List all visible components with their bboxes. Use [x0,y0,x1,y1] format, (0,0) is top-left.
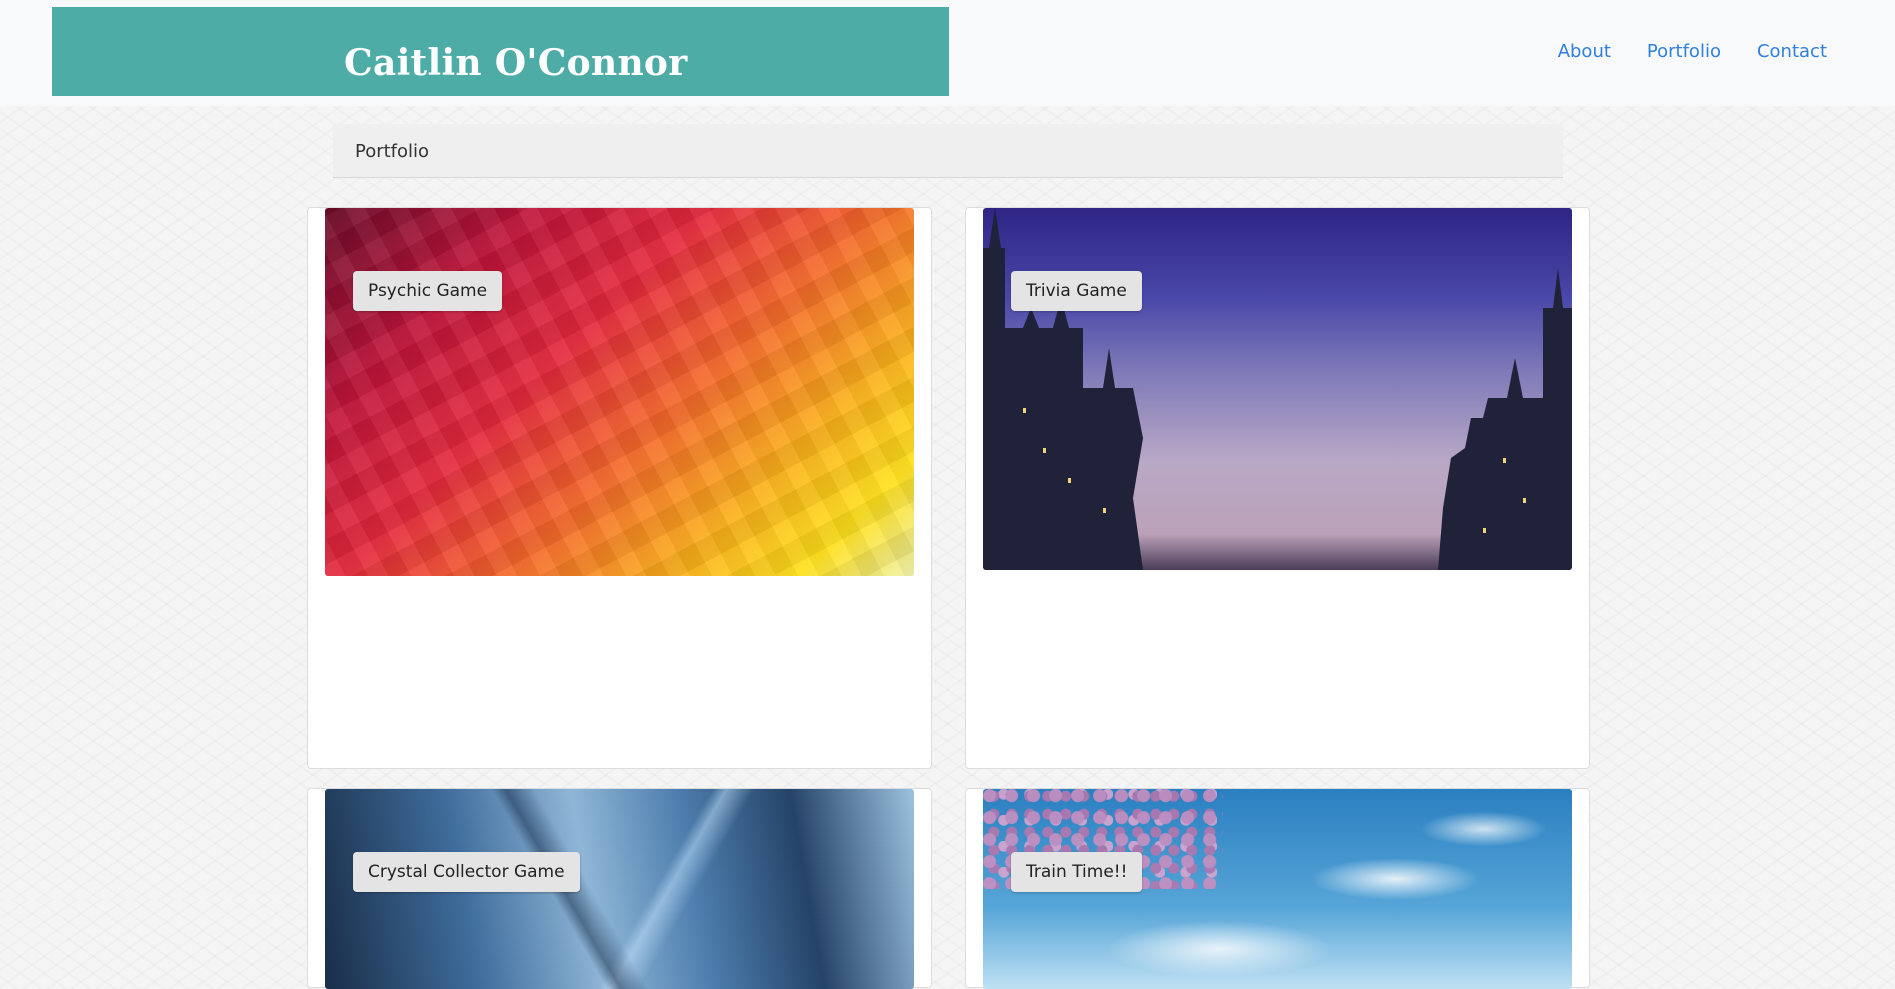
project-thumbnail[interactable]: Crystal Collector Game [325,789,914,989]
project-card-psychic-game[interactable]: Psychic Game [307,207,932,769]
breadcrumb-label: Portfolio [355,141,430,162]
project-card-crystal-collector-game[interactable]: Crystal Collector Game [307,788,932,989]
project-thumbnail[interactable]: Train Time!! [983,789,1572,989]
breadcrumb: Portfolio [333,124,1563,178]
navbar: Caitlin O'Connor About Portfolio Contact [0,0,1895,106]
project-title-label[interactable]: Train Time!! [1011,852,1143,892]
brand-banner[interactable]: Caitlin O'Connor [52,7,949,96]
project-thumbnail[interactable]: Trivia Game [983,208,1572,570]
brand-name[interactable]: Caitlin O'Connor [344,45,688,81]
nav-link-portfolio[interactable]: Portfolio [1647,41,1721,62]
castle-silhouette-icon [983,208,1572,570]
project-title-label[interactable]: Psychic Game [353,271,503,311]
project-card-trivia-game[interactable]: Trivia Game [965,207,1590,769]
project-thumbnail[interactable]: Psychic Game [325,208,914,576]
nav-link-about[interactable]: About [1558,41,1611,62]
project-title-label[interactable]: Trivia Game [1011,271,1142,311]
nav-link-contact[interactable]: Contact [1757,41,1827,62]
project-title-label[interactable]: Crystal Collector Game [353,852,580,892]
main-nav: About Portfolio Contact [1558,41,1827,62]
project-card-train-time[interactable]: Train Time!! [965,788,1590,989]
